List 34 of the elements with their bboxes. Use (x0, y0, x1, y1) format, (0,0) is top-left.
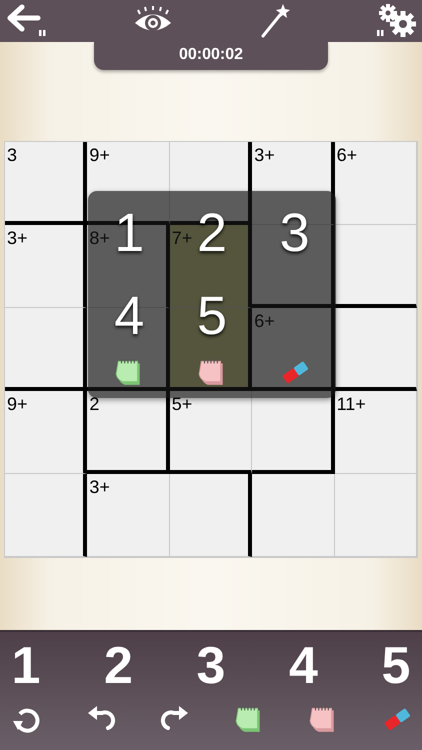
grid-cell[interactable]: 6+ (334, 142, 417, 225)
grid-cell[interactable]: 9+ (5, 391, 88, 474)
cage-label: 2 (89, 395, 100, 413)
digit-button[interactable]: 2 (100, 636, 136, 696)
grid-cell[interactable]: 3+ (87, 474, 170, 557)
grid-cell[interactable] (170, 474, 252, 557)
grid-cell[interactable] (252, 391, 335, 474)
cage-label: 3+ (254, 146, 275, 164)
grid-cell[interactable]: 3 (5, 142, 88, 225)
grid-cell[interactable]: 11+ (334, 391, 417, 474)
cage-label: 3+ (89, 478, 110, 496)
settings-icon (376, 4, 416, 38)
digit-button[interactable]: 3 (193, 636, 229, 696)
timer: 00:00:02 (94, 42, 328, 70)
back-arrow-icon (6, 4, 46, 38)
cage-label: 8+ (89, 229, 110, 247)
digit-button[interactable]: 1 (8, 636, 44, 696)
grid-cell[interactable]: 3+ (5, 225, 88, 308)
cage-label: 7+ (172, 229, 192, 247)
cage-label: 5+ (172, 395, 192, 413)
digit-button[interactable]: 5 (378, 636, 414, 696)
cage-label: 6+ (336, 146, 358, 164)
digit-button[interactable]: 4 (286, 636, 322, 696)
cage-label: 11+ (336, 395, 366, 413)
grid-cell[interactable]: 2 (87, 391, 170, 474)
grid-cell[interactable] (5, 474, 88, 557)
cage-label: 6+ (254, 312, 275, 330)
cage-label: 9+ (7, 395, 28, 413)
cage-label: 3+ (7, 229, 28, 247)
cage-label: 3 (7, 146, 18, 164)
magic-wand-icon (260, 3, 290, 39)
grid-cell[interactable] (5, 308, 88, 391)
grid-cell[interactable]: 5+ (170, 391, 252, 474)
cage-label: 9+ (89, 146, 110, 164)
